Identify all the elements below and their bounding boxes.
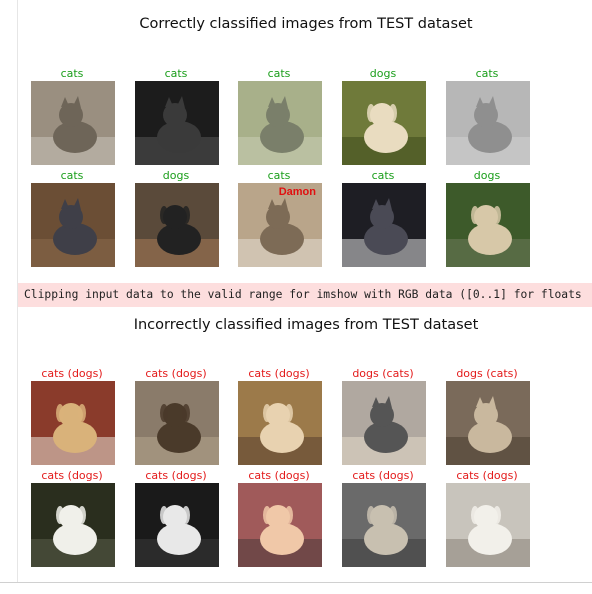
stderr-warning: Clipping input data to the valid range f… (18, 283, 592, 307)
prediction-label: dogs (cats) (456, 367, 518, 380)
image-cell: cats (340, 169, 426, 267)
prediction-label: dogs (cats) (352, 367, 414, 380)
prediction-label: cats (475, 67, 499, 80)
prediction-label: cats (60, 169, 84, 182)
image-cell: dogs (cats) (340, 367, 426, 465)
image-cell: dogs (133, 169, 219, 267)
dog-photo (135, 483, 219, 567)
dog-photo (342, 81, 426, 165)
prediction-label: cats (371, 169, 395, 182)
dog-photo (238, 483, 322, 567)
dog-photo (238, 381, 322, 465)
prediction-label: cats (267, 169, 291, 182)
image-cell: dogs (340, 67, 426, 165)
output-bottom-border (0, 582, 592, 583)
image-cell: cats (dogs) (133, 469, 219, 567)
image-cell: cats (dogs) (444, 469, 530, 567)
image-cell: cats (29, 169, 115, 267)
cat-photo (135, 81, 219, 165)
dog-photo (31, 381, 115, 465)
dog-photo (446, 483, 530, 567)
image-cell: cats Damon (236, 169, 322, 267)
image-cell: cats (dogs) (236, 469, 322, 567)
prediction-label: cats (60, 67, 84, 80)
prediction-label: cats (164, 67, 188, 80)
image-cell: cats (dogs) (133, 367, 219, 465)
prediction-label: cats (dogs) (41, 367, 103, 380)
prediction-label: cats (dogs) (352, 469, 414, 482)
prediction-label: cats (dogs) (248, 367, 310, 380)
figure-title-incorrect: Incorrectly classified images from TEST … (133, 317, 479, 333)
prediction-label: dogs (369, 67, 397, 80)
dog-photo (31, 483, 115, 567)
image-cell: cats (444, 67, 530, 165)
image-cell: cats (dogs) (236, 367, 322, 465)
prediction-label: cats (dogs) (41, 469, 103, 482)
image-cell: cats (dogs) (340, 469, 426, 567)
cat-photo (446, 381, 530, 465)
cat-photo (31, 183, 115, 267)
image-cell: cats (29, 67, 115, 165)
dog-photo (446, 183, 530, 267)
image-cell: dogs (444, 169, 530, 267)
prediction-label: cats (dogs) (145, 367, 207, 380)
prediction-label: cats (dogs) (248, 469, 310, 482)
image-cell: cats (133, 67, 219, 165)
cat-photo (342, 381, 426, 465)
image-cell: cats (236, 67, 322, 165)
figure-title-correct: Correctly classified images from TEST da… (139, 16, 473, 32)
prediction-label: dogs (473, 169, 501, 182)
image-cell: dogs (cats) (444, 367, 530, 465)
cat-photo (31, 81, 115, 165)
image-cell: cats (dogs) (29, 367, 115, 465)
photo-caption-text: Damon (279, 186, 317, 198)
prediction-label: dogs (162, 169, 190, 182)
cat-photo: Damon (238, 183, 322, 267)
cat-photo (446, 81, 530, 165)
cat-photo (238, 81, 322, 165)
image-cell: cats (dogs) (29, 469, 115, 567)
prediction-label: cats (dogs) (145, 469, 207, 482)
dog-photo (342, 483, 426, 567)
dog-photo (135, 183, 219, 267)
prediction-label: cats (dogs) (456, 469, 518, 482)
cat-photo (342, 183, 426, 267)
prediction-label: cats (267, 67, 291, 80)
dog-photo (135, 381, 219, 465)
